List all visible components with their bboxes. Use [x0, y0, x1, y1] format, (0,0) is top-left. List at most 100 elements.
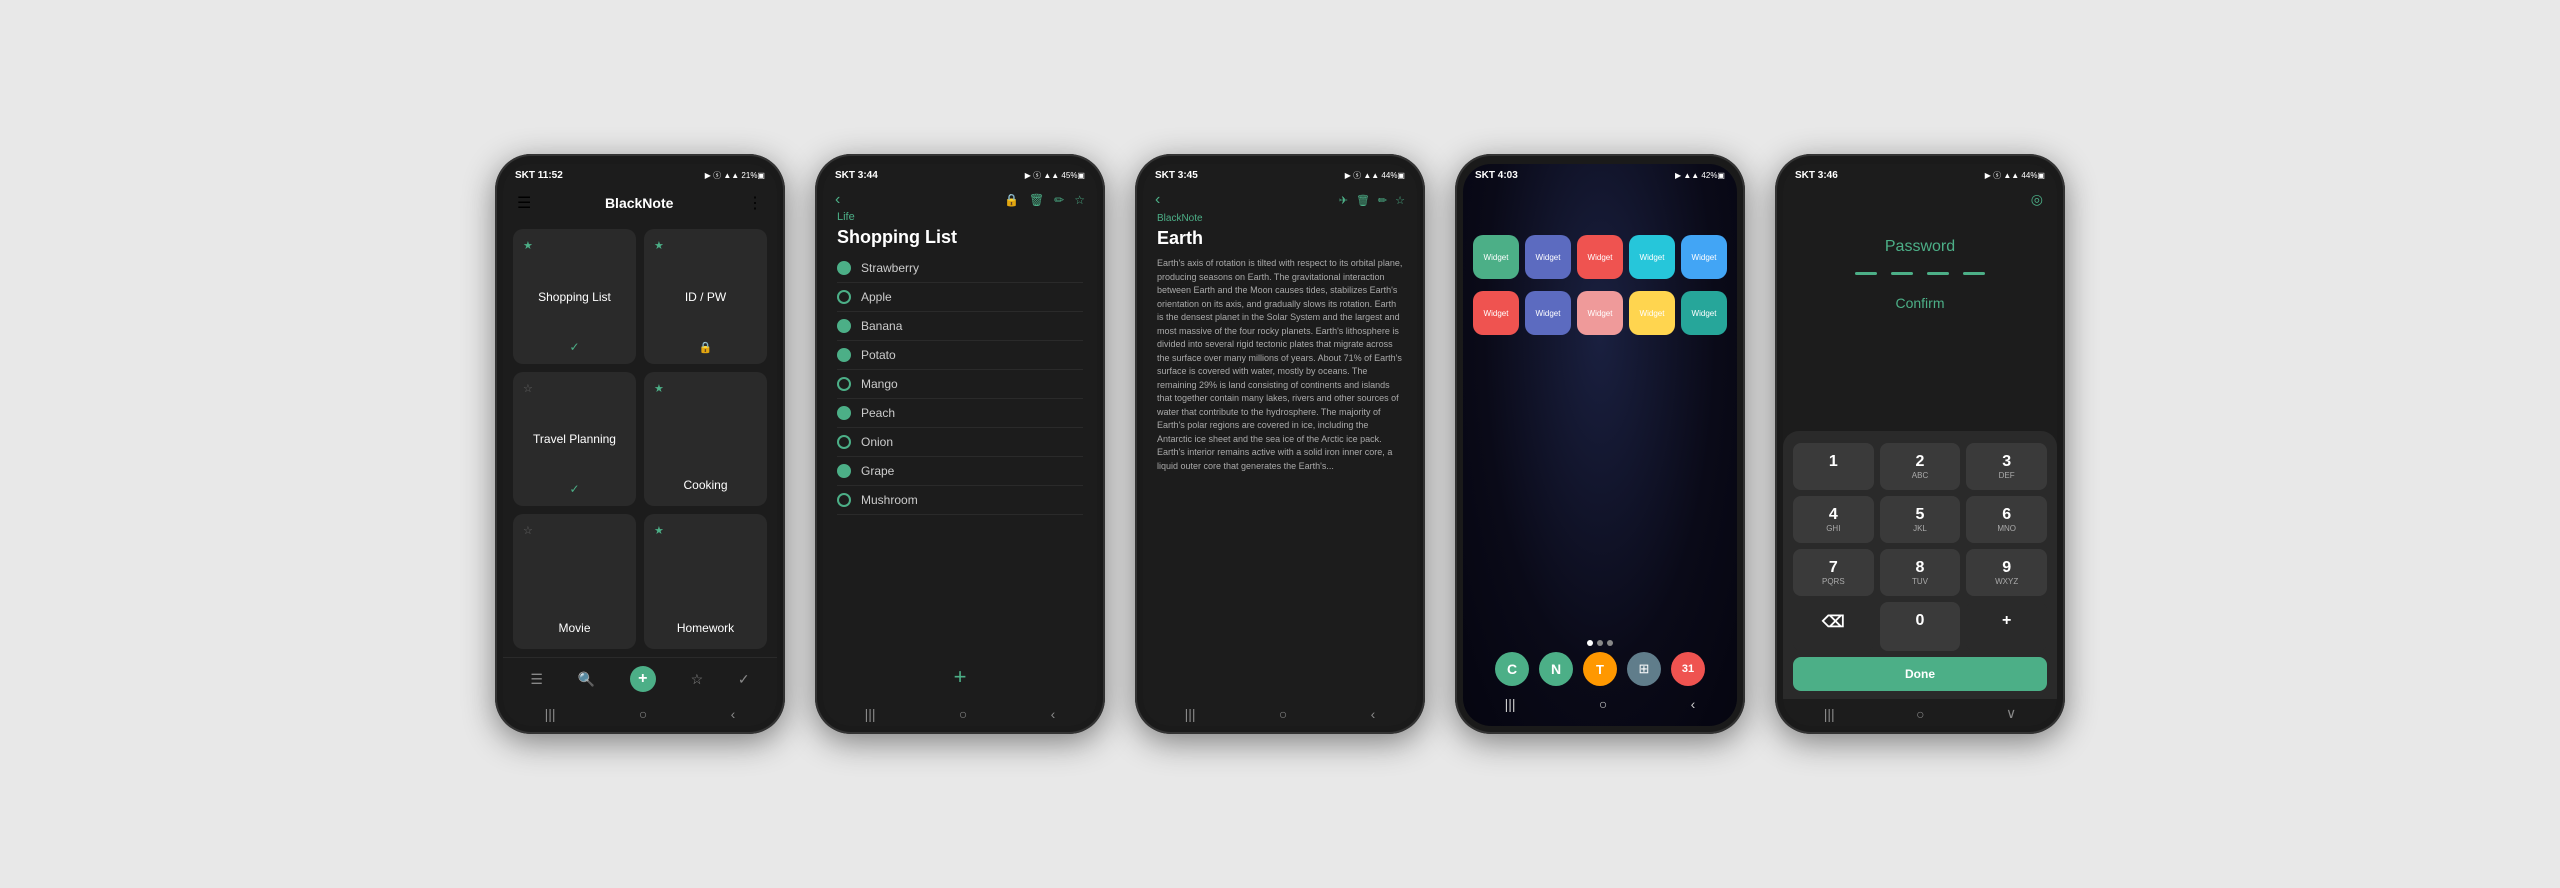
add-item-area[interactable]: + [823, 654, 1097, 700]
back-nav[interactable]: ||| [1505, 696, 1516, 712]
share-icon[interactable]: ✈ [1339, 194, 1348, 207]
recents-nav[interactable]: ‹ [1691, 696, 1696, 712]
check-icon: ✓ [523, 482, 626, 496]
keypad: 1 2 ABC 3 DEF 4 GHI [1783, 431, 2057, 699]
done-icon[interactable]: ✓ [738, 671, 750, 688]
home-nav[interactable]: ○ [1279, 706, 1287, 722]
delete-icon[interactable]: 🗑 [1356, 194, 1370, 207]
key-1[interactable]: 1 [1793, 443, 1874, 490]
app-icon-t[interactable]: T [1583, 652, 1617, 686]
key-sub [1966, 630, 2047, 639]
key-sub: GHI [1793, 524, 1874, 533]
key-7[interactable]: 7 PQRS [1793, 549, 1874, 596]
article-title: Earth [1143, 226, 1417, 257]
home-nav[interactable]: ○ [959, 706, 967, 722]
star-icon: ★ [654, 382, 664, 395]
back-button[interactable]: ‹ [1155, 191, 1160, 209]
action-icons: ✈ 🗑 ✏ ☆ [1339, 194, 1405, 207]
phone-5-screen: SKT 3:46 ▶ ⓢ ▲▲ 44%▣ ◎ Password Confirm … [1783, 164, 2057, 726]
key-5[interactable]: 5 JKL [1880, 496, 1961, 543]
recents-nav[interactable]: ‹ [1051, 706, 1056, 722]
recents-nav[interactable]: ‹ [731, 706, 736, 722]
widget-item[interactable]: Widget [1681, 235, 1727, 279]
back-nav[interactable]: ||| [1185, 706, 1196, 722]
widget-item[interactable]: Widget [1577, 235, 1623, 279]
search-icon[interactable]: 🔍 [578, 671, 595, 688]
edit-icon[interactable]: ✏ [1054, 193, 1064, 207]
checked-circle [837, 319, 851, 333]
widget-item[interactable]: Widget [1473, 235, 1519, 279]
unchecked-circle [837, 435, 851, 449]
time-1: SKT 11:52 [515, 170, 563, 181]
back-nav[interactable]: ||| [1824, 706, 1835, 722]
list-item[interactable]: Mushroom [837, 486, 1083, 515]
star-icon[interactable]: ☆ [1395, 194, 1405, 207]
key-done[interactable]: Done [1793, 657, 2047, 691]
delete-icon[interactable]: 🗑 [1029, 193, 1044, 207]
back-nav[interactable]: ||| [865, 706, 876, 722]
list-item[interactable]: Potato [837, 341, 1083, 370]
home-nav[interactable]: ○ [1599, 696, 1607, 712]
add-icon[interactable]: + [954, 664, 967, 690]
list-item[interactable]: Onion [837, 428, 1083, 457]
key-sub: TUV [1880, 577, 1961, 586]
widget-item[interactable]: Widget [1525, 235, 1571, 279]
key-6[interactable]: 6 MNO [1966, 496, 2047, 543]
key-backspace[interactable]: ⌫ [1793, 602, 1874, 651]
status-icons-4: ▶ ▲▲ 42%▣ [1675, 171, 1725, 180]
edit-icon[interactable]: ✏ [1378, 194, 1387, 207]
key-9[interactable]: 9 WXYZ [1966, 549, 2047, 596]
widget-item[interactable]: Widget [1473, 291, 1519, 335]
home-nav[interactable]: ○ [1916, 706, 1924, 722]
list-item[interactable]: Apple [837, 283, 1083, 312]
list-item[interactable]: Peach [837, 399, 1083, 428]
password-dots [1783, 272, 2057, 275]
home-nav[interactable]: ○ [639, 706, 647, 722]
star-icon: ★ [654, 524, 664, 537]
key-8[interactable]: 8 TUV [1880, 549, 1961, 596]
list-item[interactable]: Banana [837, 312, 1083, 341]
note-card-shopping[interactable]: ★ Shopping List ✓ [513, 229, 636, 364]
widget-item[interactable]: Widget [1577, 291, 1623, 335]
app-icon-n[interactable]: N [1539, 652, 1573, 686]
back-nav[interactable]: ||| [545, 706, 556, 722]
phone-2-screen: SKT 3:44 ▶ ⓢ ▲▲ 45%▣ ‹ 🔒 🗑 ✏ ☆ Life Shop… [823, 164, 1097, 726]
note-card-homework[interactable]: ★ Homework [644, 514, 767, 649]
app-icon-calendar[interactable]: 31 [1671, 652, 1705, 686]
fingerprint-icon[interactable]: ◎ [2031, 191, 2043, 208]
widget-item[interactable]: Widget [1629, 291, 1675, 335]
app-icon-grid[interactable]: ⊞ [1627, 652, 1661, 686]
notes-grid: ★ Shopping List ✓ ★ ID / PW 🔒 ☆ [503, 221, 777, 657]
key-plus[interactable]: + [1966, 602, 2047, 651]
list-icon[interactable]: ☰ [530, 671, 543, 688]
widget-item[interactable]: Widget [1681, 291, 1727, 335]
unchecked-circle [837, 377, 851, 391]
note-card-cooking[interactable]: ★ Cooking [644, 372, 767, 507]
favorites-icon[interactable]: ☆ [691, 671, 704, 688]
key-0[interactable]: 0 [1880, 602, 1961, 651]
key-sub: JKL [1880, 524, 1961, 533]
lock-icon[interactable]: 🔒 [1004, 193, 1019, 207]
more-icon[interactable]: ⋮ [747, 193, 763, 213]
widget-item[interactable]: Widget [1525, 291, 1571, 335]
app-icon-c[interactable]: C [1495, 652, 1529, 686]
time-4: SKT 4:03 [1475, 170, 1518, 181]
menu-icon[interactable]: ☰ [517, 193, 531, 213]
note-card-movie[interactable]: ☆ Movie [513, 514, 636, 649]
list-item[interactable]: Strawberry [837, 254, 1083, 283]
recents-nav[interactable]: ‹ [1371, 706, 1376, 722]
back-button[interactable]: ‹ [835, 191, 840, 209]
list-item[interactable]: Grape [837, 457, 1083, 486]
key-4[interactable]: 4 GHI [1793, 496, 1874, 543]
star-icon[interactable]: ☆ [1074, 193, 1085, 207]
recents-nav[interactable]: ∨ [2006, 705, 2016, 722]
key-3[interactable]: 3 DEF [1966, 443, 2047, 490]
dot [1597, 640, 1603, 646]
note-card-travel[interactable]: ☆ Travel Planning ✓ [513, 372, 636, 507]
note-card-idpw[interactable]: ★ ID / PW 🔒 [644, 229, 767, 364]
add-button[interactable]: + [630, 666, 656, 692]
status-bar-4: SKT 4:03 ▶ ▲▲ 42%▣ [1463, 164, 1737, 185]
list-item[interactable]: Mango [837, 370, 1083, 399]
widget-item[interactable]: Widget [1629, 235, 1675, 279]
key-2[interactable]: 2 ABC [1880, 443, 1961, 490]
